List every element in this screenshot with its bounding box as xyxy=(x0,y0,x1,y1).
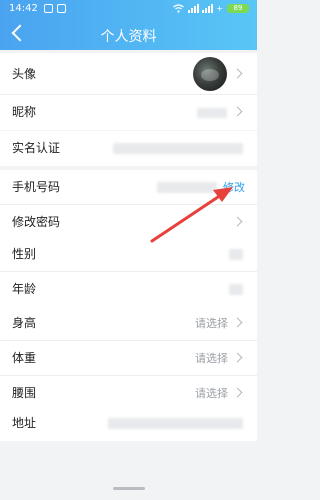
section-address: 地址 xyxy=(0,406,257,441)
address-value-redacted xyxy=(108,418,243,429)
avatar[interactable] xyxy=(193,57,227,91)
realname-label: 实名认证 xyxy=(12,141,61,155)
row-avatar[interactable]: 头像 xyxy=(0,53,257,95)
phone-value-redacted xyxy=(157,182,217,193)
age-label: 年龄 xyxy=(12,282,37,296)
battery-icon: 89 xyxy=(227,4,249,13)
row-nickname[interactable]: 昵称 xyxy=(0,95,257,130)
height-select[interactable]: 请选择 xyxy=(195,306,228,341)
chevron-right-icon xyxy=(232,68,243,79)
section-basic: 头像 昵称 xyxy=(0,53,257,130)
row-weight[interactable]: 体重 请选择 xyxy=(0,341,257,376)
row-gender[interactable]: 性别 xyxy=(0,237,257,272)
row-phone: 手机号码 修改 xyxy=(0,170,257,205)
section-profile: 性别 年龄 xyxy=(0,237,257,307)
signal-icon xyxy=(188,4,200,13)
row-realname[interactable]: 实名认证 xyxy=(0,131,257,166)
section-body: 身高 请选择 体重 请选择 腰围 请选择 xyxy=(0,306,257,411)
chevron-right-icon xyxy=(232,216,243,227)
chevron-right-icon xyxy=(232,317,243,328)
section-account: 手机号码 修改 修改密码 xyxy=(0,170,257,240)
title-bar: 个人资料 xyxy=(0,22,257,48)
chevron-right-icon xyxy=(232,352,243,363)
password-label: 修改密码 xyxy=(12,215,61,229)
row-password[interactable]: 修改密码 xyxy=(0,205,257,240)
wifi-icon xyxy=(173,4,185,13)
height-label: 身高 xyxy=(12,316,37,330)
section-realname: 实名认证 xyxy=(0,131,257,166)
address-label: 地址 xyxy=(12,416,37,430)
signal-2-icon xyxy=(202,4,214,13)
gender-label: 性别 xyxy=(12,247,37,261)
age-value-redacted xyxy=(229,284,243,295)
gender-value-redacted xyxy=(229,249,243,260)
chevron-right-icon xyxy=(232,106,243,117)
nickname-label: 昵称 xyxy=(12,105,37,119)
status-indicators: + 89 xyxy=(173,4,249,13)
status-bar: 14:42 + 89 xyxy=(0,0,257,18)
notification-icons xyxy=(44,4,66,13)
status-time: 14:42 xyxy=(9,3,38,14)
edit-phone-link[interactable]: 修改 xyxy=(223,170,245,205)
weight-select[interactable]: 请选择 xyxy=(195,341,228,376)
weight-label: 体重 xyxy=(12,351,37,365)
app-notification-icon xyxy=(44,4,53,13)
page-title: 个人资料 xyxy=(100,29,157,45)
realname-value-redacted xyxy=(113,143,243,154)
home-indicator xyxy=(113,487,145,490)
avatar-label: 头像 xyxy=(12,67,37,81)
row-age[interactable]: 年龄 xyxy=(0,272,257,307)
header-bar: 14:42 + 89 个人资料 xyxy=(0,0,257,50)
gallery-notification-icon xyxy=(57,4,66,13)
chevron-right-icon xyxy=(232,387,243,398)
phone-label: 手机号码 xyxy=(12,180,61,194)
row-address[interactable]: 地址 xyxy=(0,406,257,441)
row-height[interactable]: 身高 请选择 xyxy=(0,306,257,341)
nickname-value-redacted xyxy=(197,108,227,118)
charging-icon: + xyxy=(216,4,223,13)
